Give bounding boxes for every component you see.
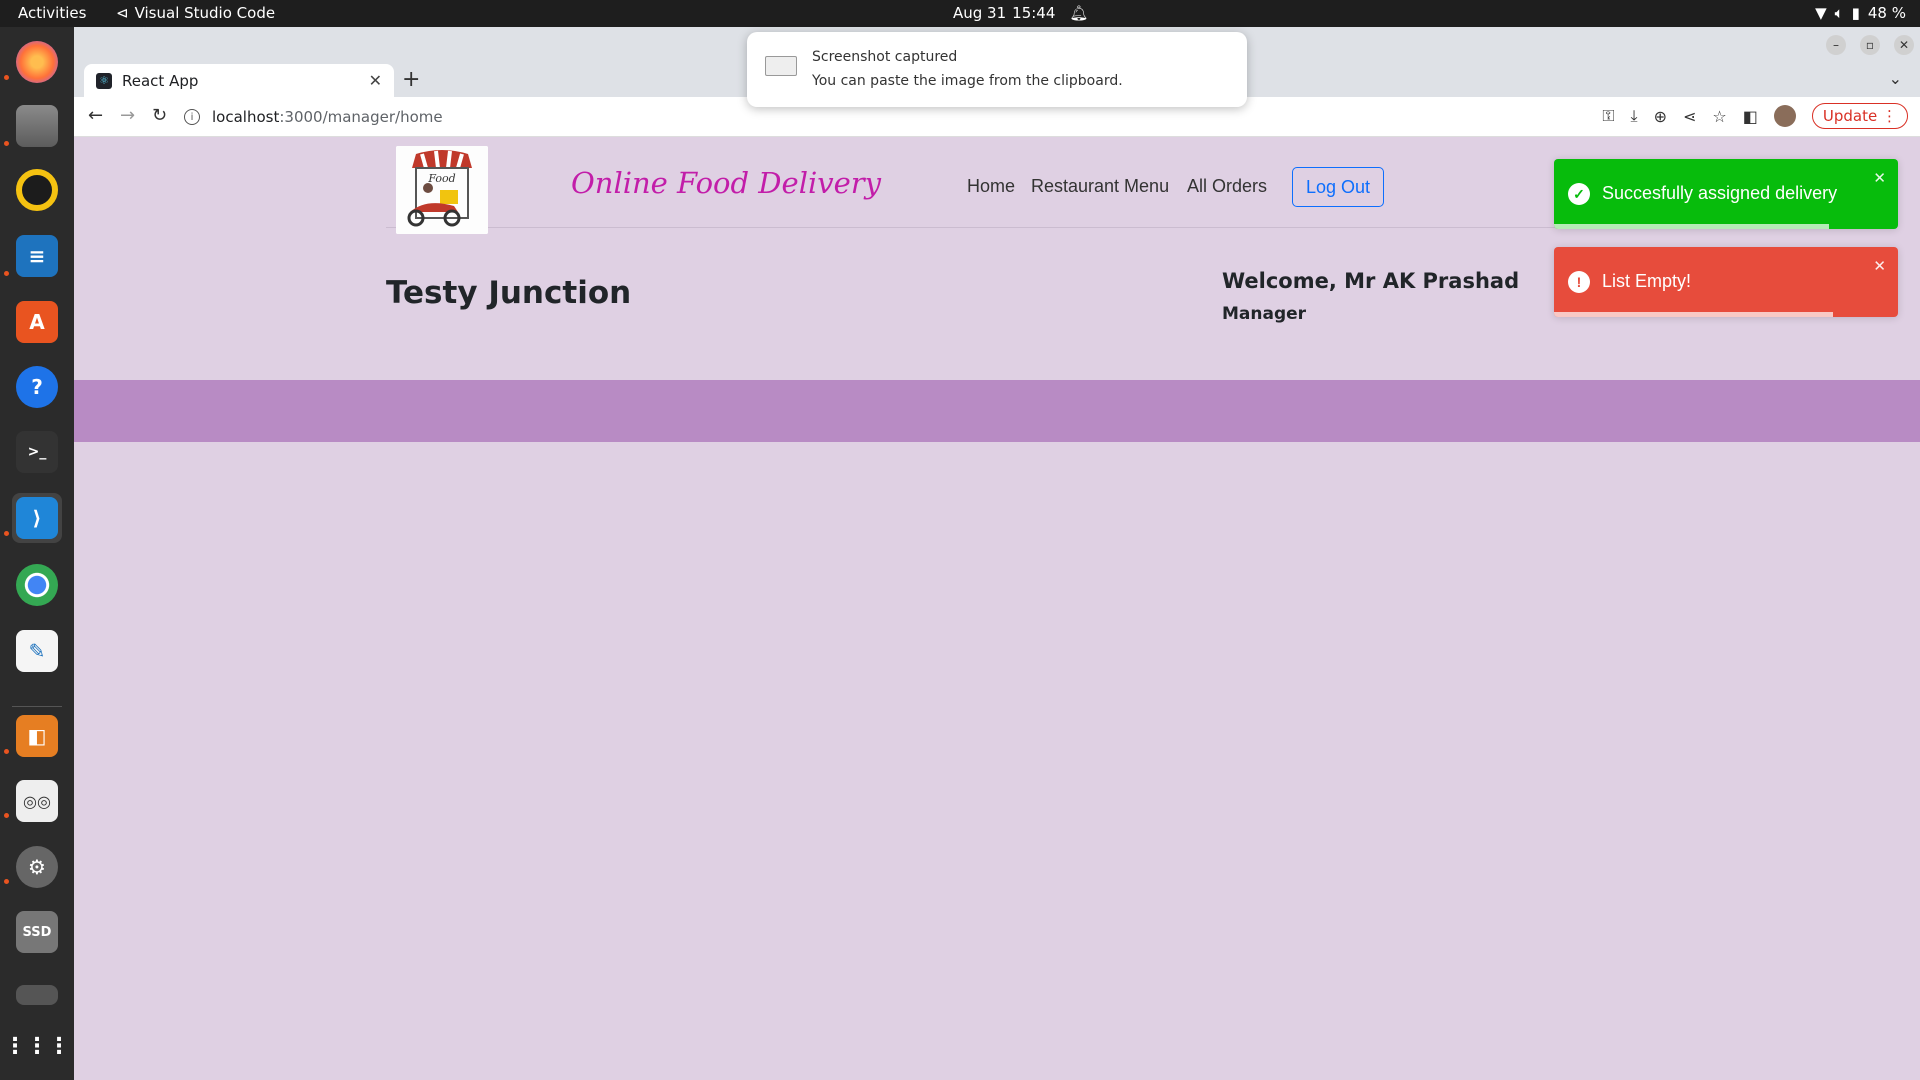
close-window-icon[interactable]: ✕ bbox=[1894, 35, 1914, 55]
food-delivery-logo[interactable]: Food bbox=[396, 146, 488, 234]
success-toast-message: Succesfully assigned delivery bbox=[1602, 183, 1838, 203]
running-indicator bbox=[4, 813, 9, 818]
key-icon[interactable]: ⚿ bbox=[1602, 106, 1614, 126]
window-controls: – ▫ ✕ bbox=[1826, 35, 1914, 55]
system-top-bar: Activities ⊲ Visual Studio Code Aug 31 1… bbox=[0, 0, 1920, 27]
notification-title: Screenshot captured bbox=[812, 49, 958, 65]
trash-icon[interactable] bbox=[12, 970, 62, 1020]
vscode-icon[interactable]: ⟩ bbox=[12, 493, 62, 543]
success-toast[interactable]: ✓ Succesfully assigned delivery ✕ bbox=[1554, 159, 1898, 229]
site-navbar: Food Online Food Delivery Home Restauran… bbox=[386, 140, 1682, 234]
firefox-icon[interactable] bbox=[12, 37, 62, 87]
running-indicator bbox=[4, 141, 9, 146]
dock-separator bbox=[12, 706, 62, 707]
bookmark-star-icon[interactable]: ☆ bbox=[1712, 107, 1726, 126]
writer-icon[interactable]: ≡ bbox=[12, 231, 62, 281]
install-icon[interactable]: ⤓ bbox=[1631, 106, 1638, 126]
welcome-message: Welcome, Mr AK Prashad bbox=[1222, 269, 1520, 293]
running-indicator bbox=[4, 749, 9, 754]
running-indicator bbox=[4, 75, 9, 80]
error-toast-message: List Empty! bbox=[1602, 271, 1692, 291]
logout-button[interactable]: Log Out bbox=[1292, 167, 1384, 207]
active-app-menu[interactable]: ⊲ Visual Studio Code bbox=[116, 4, 275, 22]
share-icon[interactable]: ⋖ bbox=[1683, 107, 1696, 126]
impress-icon[interactable]: ◧ bbox=[12, 711, 62, 761]
bell-icon: 🔔︎ bbox=[1069, 4, 1089, 22]
clock[interactable]: Aug 31 15:44 🔔︎ bbox=[953, 4, 1088, 22]
screenshot-notification[interactable]: Screenshot captured You can paste the im… bbox=[747, 32, 1247, 107]
tab-close-icon[interactable]: ✕ bbox=[369, 71, 382, 90]
content-band bbox=[74, 380, 1920, 442]
nav-home-link[interactable]: Home bbox=[967, 176, 1015, 197]
system-tray[interactable]: ▼ 🔈︎ ▮ 48 % bbox=[1815, 4, 1906, 22]
software-icon[interactable]: A bbox=[12, 297, 62, 347]
exclamation-circle-icon: ! bbox=[1568, 271, 1590, 293]
toast-progress-bar bbox=[1554, 224, 1830, 229]
screenshot-thumbnail-icon bbox=[765, 56, 797, 76]
tab-search-chevron-icon[interactable]: ⌄ bbox=[1889, 69, 1902, 88]
error-toast[interactable]: ! List Empty! ✕ bbox=[1554, 247, 1898, 317]
nav-restaurant-menu-link[interactable]: Restaurant Menu bbox=[1031, 176, 1169, 197]
show-apps-icon[interactable]: ⋮⋮⋮ bbox=[4, 1021, 70, 1071]
text-editor-icon[interactable]: ✎ bbox=[12, 626, 62, 676]
notification-body: You can paste the image from the clipboa… bbox=[812, 73, 1123, 89]
chrome-icon[interactable] bbox=[12, 560, 62, 610]
files-icon[interactable] bbox=[12, 101, 62, 151]
check-circle-icon: ✓ bbox=[1568, 183, 1590, 205]
svg-text:Food: Food bbox=[427, 172, 455, 185]
update-label: Update bbox=[1822, 107, 1878, 125]
running-indicator bbox=[4, 271, 9, 276]
ssd-icon[interactable]: SSD bbox=[12, 907, 62, 957]
date-label: Aug 31 bbox=[953, 4, 1007, 22]
toast-progress-bar bbox=[1554, 312, 1833, 317]
running-indicator bbox=[4, 879, 9, 884]
tab-react-app[interactable]: ⚛ React App ✕ bbox=[84, 64, 394, 97]
brand-title[interactable]: Online Food Delivery bbox=[571, 166, 881, 200]
toolbar-actions: ⚿ ⤓ ⊕ ⋖ ☆ ◧ Update ⋮ bbox=[1602, 103, 1908, 129]
battery-percent: 48 % bbox=[1867, 4, 1906, 22]
maximize-icon[interactable]: ▫ bbox=[1860, 35, 1880, 55]
vscode-small-icon: ⊲ bbox=[116, 4, 129, 22]
side-panel-icon[interactable]: ◧ bbox=[1743, 107, 1758, 126]
tab-title: React App bbox=[122, 71, 199, 90]
activities-button[interactable]: Activities bbox=[18, 4, 86, 22]
toast-close-icon[interactable]: ✕ bbox=[1873, 169, 1886, 187]
reload-icon[interactable]: ↻ bbox=[152, 105, 167, 126]
active-app-name: Visual Studio Code bbox=[134, 4, 276, 22]
react-favicon-icon: ⚛ bbox=[96, 72, 112, 89]
url-path: :3000/manager/home bbox=[279, 108, 443, 126]
update-button[interactable]: Update ⋮ bbox=[1811, 103, 1908, 129]
battery-icon: ▮ bbox=[1851, 4, 1860, 22]
nav-all-orders-link[interactable]: All Orders bbox=[1187, 176, 1267, 197]
toast-close-icon[interactable]: ✕ bbox=[1873, 257, 1886, 275]
new-tab-icon[interactable]: + bbox=[402, 67, 420, 92]
help-icon[interactable]: ? bbox=[12, 362, 62, 412]
restaurant-name: Testy Junction bbox=[386, 275, 632, 311]
running-indicator bbox=[4, 531, 9, 536]
site-info-icon[interactable]: i bbox=[184, 109, 200, 125]
time-label: 15:44 bbox=[1012, 4, 1056, 22]
dock: ≡ A ? >_ ⟩ ✎ ◧ ◎◎ ⚙ SSD ⋮⋮⋮ bbox=[0, 27, 74, 1080]
minimize-icon[interactable]: – bbox=[1826, 35, 1846, 55]
forward-icon[interactable]: → bbox=[120, 105, 135, 126]
back-icon[interactable]: ← bbox=[88, 105, 103, 126]
url-host: localhost bbox=[212, 108, 280, 126]
settings-icon[interactable]: ⚙ bbox=[12, 842, 62, 892]
zoom-icon[interactable]: ⊕ bbox=[1654, 107, 1667, 126]
profile-avatar[interactable] bbox=[1773, 105, 1796, 127]
user-role: Manager bbox=[1222, 304, 1307, 324]
terminal-icon[interactable]: >_ bbox=[12, 427, 62, 477]
wifi-icon: ▼ bbox=[1815, 4, 1827, 22]
volume-icon: 🔈︎ bbox=[1834, 4, 1844, 22]
document-viewer-icon[interactable]: ◎◎ bbox=[12, 776, 62, 826]
rhythmbox-icon[interactable] bbox=[12, 165, 62, 215]
